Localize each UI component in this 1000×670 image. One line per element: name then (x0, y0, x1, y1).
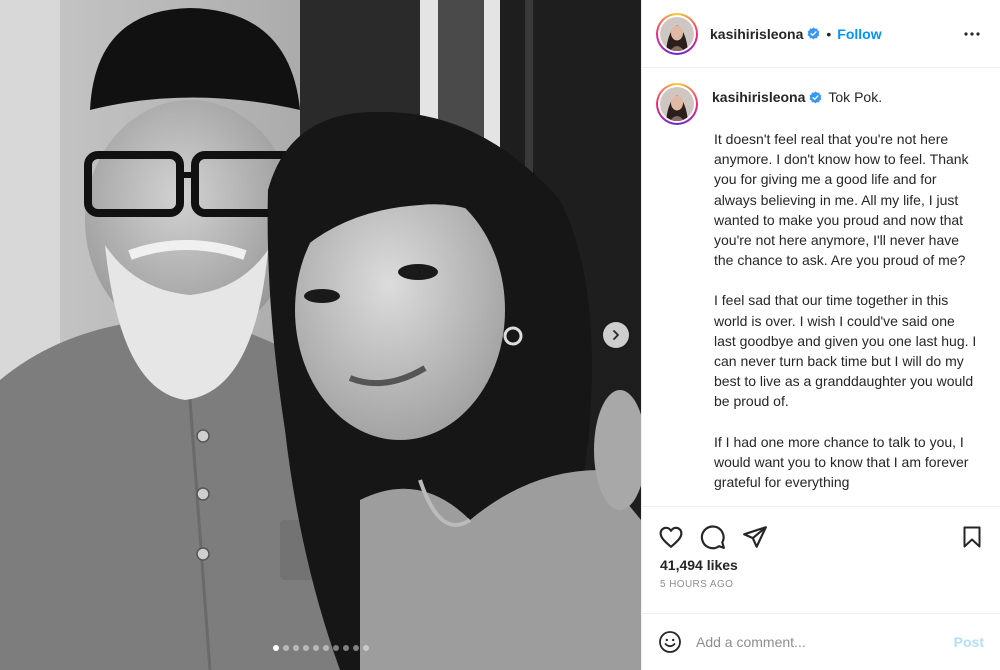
next-slide-button[interactable] (603, 322, 629, 348)
heart-icon[interactable] (658, 524, 684, 550)
carousel-dot (352, 645, 359, 651)
avatar-image (660, 87, 694, 121)
post-photo[interactable] (0, 0, 641, 670)
caption-paragraph: It doesn't feel real that you're not her… (714, 131, 969, 269)
photo-image (0, 0, 641, 670)
verified-badge-icon (809, 90, 822, 104)
comment-input[interactable] (696, 634, 954, 650)
post-side-panel: kasihirisleona • Follow kasihirisleona T… (641, 0, 1000, 670)
chevron-right-icon (613, 330, 619, 340)
caption-avatar[interactable] (656, 83, 698, 125)
post-timestamp[interactable]: 5 HOURS AGO (642, 573, 1000, 590)
likes-count[interactable]: 41,494 likes (642, 555, 1000, 573)
caption-username-link[interactable]: kasihirisleona (712, 87, 805, 107)
comment-composer: Post (642, 613, 1000, 670)
caption-title: Tok Pok. (828, 89, 883, 105)
carousel-dot (342, 645, 349, 651)
post-header: kasihirisleona • Follow (642, 0, 1000, 68)
bookmark-icon[interactable] (960, 525, 984, 549)
carousel-indicator (0, 645, 641, 651)
verified-badge-icon (807, 27, 820, 40)
caption-paragraph: If I had one more chance to talk to you,… (714, 433, 969, 491)
emoji-smile-icon[interactable] (658, 630, 682, 654)
more-options-icon[interactable] (960, 22, 984, 46)
carousel-dot (362, 645, 369, 651)
post-actions: 41,494 likes 5 HOURS AGO (642, 506, 1000, 613)
carousel-dot (292, 645, 299, 651)
caption-paragraph: I feel sad that our time together in thi… (714, 292, 977, 410)
carousel-dot (312, 645, 319, 651)
carousel-dot (272, 645, 279, 651)
caption-section[interactable]: kasihirisleona Tok Pok. It doesn't feel … (642, 69, 1000, 506)
post-comment-button[interactable]: Post (954, 634, 984, 650)
username-link[interactable]: kasihirisleona (710, 26, 803, 42)
header-separator: • (826, 25, 832, 42)
comment-bubble-icon[interactable] (700, 524, 726, 550)
caption-body: It doesn't feel real that you're not her… (642, 129, 1000, 492)
carousel-dot (302, 645, 309, 651)
avatar[interactable] (656, 12, 698, 55)
follow-button[interactable]: Follow (837, 26, 881, 42)
avatar-image (660, 16, 694, 51)
carousel-dot (282, 645, 289, 651)
carousel-dot (322, 645, 329, 651)
paper-plane-icon[interactable] (742, 524, 768, 550)
carousel-dot (332, 645, 339, 651)
